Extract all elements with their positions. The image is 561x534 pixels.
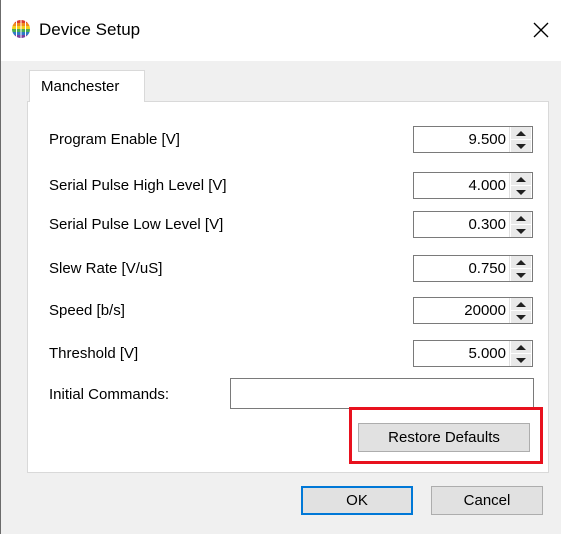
serial-pulse-high-label: Serial Pulse High Level [V] bbox=[49, 177, 227, 194]
spin-up-button[interactable] bbox=[511, 173, 531, 185]
spin-down-button[interactable] bbox=[511, 354, 531, 366]
close-icon bbox=[533, 22, 549, 38]
initial-commands-input[interactable] bbox=[230, 378, 534, 409]
chevron-up-icon bbox=[516, 176, 526, 182]
chevron-down-icon bbox=[516, 228, 526, 234]
serial-pulse-low-spin-buttons bbox=[509, 212, 532, 237]
tab-manchester-label: Manchester bbox=[41, 78, 120, 95]
chevron-down-icon bbox=[516, 143, 526, 149]
chevron-up-icon bbox=[516, 215, 526, 221]
spin-down-button[interactable] bbox=[511, 269, 531, 281]
cancel-button[interactable]: Cancel bbox=[431, 486, 543, 515]
initial-commands-label: Initial Commands: bbox=[49, 386, 170, 403]
spin-down-button[interactable] bbox=[511, 186, 531, 198]
rainbow-globe-icon bbox=[12, 20, 30, 38]
serial-pulse-high-spin-buttons bbox=[509, 173, 532, 198]
speed-spinner[interactable]: 20000 bbox=[413, 297, 533, 324]
spin-up-button[interactable] bbox=[511, 341, 531, 353]
chevron-down-icon bbox=[516, 189, 526, 195]
serial-pulse-high-spinner[interactable]: 4.000 bbox=[413, 172, 533, 199]
slew-rate-value[interactable]: 0.750 bbox=[468, 260, 506, 278]
window-title: Device Setup bbox=[39, 20, 141, 39]
program-enable-spin-buttons bbox=[509, 127, 532, 152]
spin-up-button[interactable] bbox=[511, 212, 531, 224]
chevron-down-icon bbox=[516, 314, 526, 320]
slew-rate-label: Slew Rate [V/uS] bbox=[49, 260, 163, 277]
program-enable-value[interactable]: 9.500 bbox=[468, 131, 506, 149]
serial-pulse-high-value[interactable]: 4.000 bbox=[468, 177, 506, 195]
spin-up-button[interactable] bbox=[511, 256, 531, 268]
threshold-label: Threshold [V] bbox=[49, 345, 139, 362]
spin-down-button[interactable] bbox=[511, 140, 531, 152]
chevron-down-icon bbox=[516, 272, 526, 278]
threshold-spinner[interactable]: 5.000 bbox=[413, 340, 533, 367]
threshold-value[interactable]: 5.000 bbox=[468, 345, 506, 363]
title-bar[interactable]: Device Setup bbox=[1, 0, 561, 61]
slew-rate-spin-buttons bbox=[509, 256, 532, 281]
speed-label: Speed [b/s] bbox=[49, 302, 125, 319]
chevron-down-icon bbox=[516, 357, 526, 363]
chevron-up-icon bbox=[516, 344, 526, 350]
slew-rate-spinner[interactable]: 0.750 bbox=[413, 255, 533, 282]
close-button[interactable] bbox=[521, 10, 561, 50]
tab-manchester[interactable]: Manchester bbox=[29, 70, 145, 102]
serial-pulse-low-value[interactable]: 0.300 bbox=[468, 216, 506, 234]
device-setup-dialog: Device Setup Manchester Program Enable [… bbox=[0, 0, 561, 534]
restore-defaults-highlight bbox=[349, 407, 543, 464]
spin-up-button[interactable] bbox=[511, 298, 531, 310]
serial-pulse-low-spinner[interactable]: 0.300 bbox=[413, 211, 533, 238]
chevron-up-icon bbox=[516, 130, 526, 136]
threshold-spin-buttons bbox=[509, 341, 532, 366]
spin-up-button[interactable] bbox=[511, 127, 531, 139]
chevron-up-icon bbox=[516, 259, 526, 265]
program-enable-label: Program Enable [V] bbox=[49, 131, 180, 148]
spin-down-button[interactable] bbox=[511, 311, 531, 323]
speed-value[interactable]: 20000 bbox=[464, 302, 506, 320]
ok-button[interactable]: OK bbox=[301, 486, 413, 515]
spin-down-button[interactable] bbox=[511, 225, 531, 237]
chevron-up-icon bbox=[516, 301, 526, 307]
serial-pulse-low-label: Serial Pulse Low Level [V] bbox=[49, 216, 224, 233]
speed-spin-buttons bbox=[509, 298, 532, 323]
program-enable-spinner[interactable]: 9.500 bbox=[413, 126, 533, 153]
